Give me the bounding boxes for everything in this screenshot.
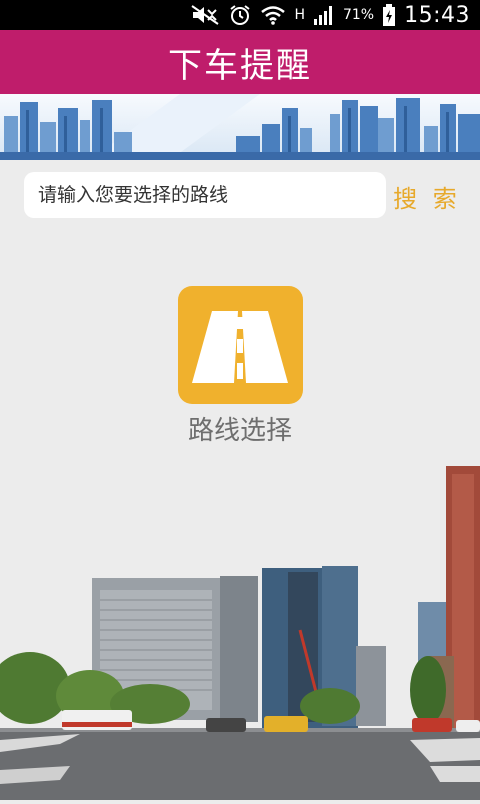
battery-charging-icon — [382, 4, 396, 26]
battery-percent: 71% — [342, 7, 375, 23]
search-bar: 搜 索 — [0, 172, 480, 222]
mute-icon — [190, 4, 220, 26]
route-select-label: 路线选择 — [187, 416, 292, 446]
city-banner-image — [0, 94, 480, 160]
title-bar: 下车提醒 — [0, 30, 480, 94]
status-icons: H 71% 15:43 — [190, 2, 470, 28]
search-button[interactable]: 搜 索 — [392, 177, 462, 215]
route-search-input[interactable] — [24, 172, 386, 218]
page-title: 下车提醒 — [168, 45, 312, 86]
clock: 15:43 — [404, 2, 470, 28]
network-type: H — [294, 7, 305, 23]
road-icon — [177, 286, 303, 404]
status-bar: H 71% 15:43 — [0, 0, 480, 30]
wifi-icon — [260, 4, 286, 26]
route-select-button[interactable]: 路线选择 — [166, 286, 314, 447]
signal-icon — [313, 4, 335, 26]
city-background-image — [0, 460, 480, 800]
alarm-icon — [228, 4, 252, 26]
